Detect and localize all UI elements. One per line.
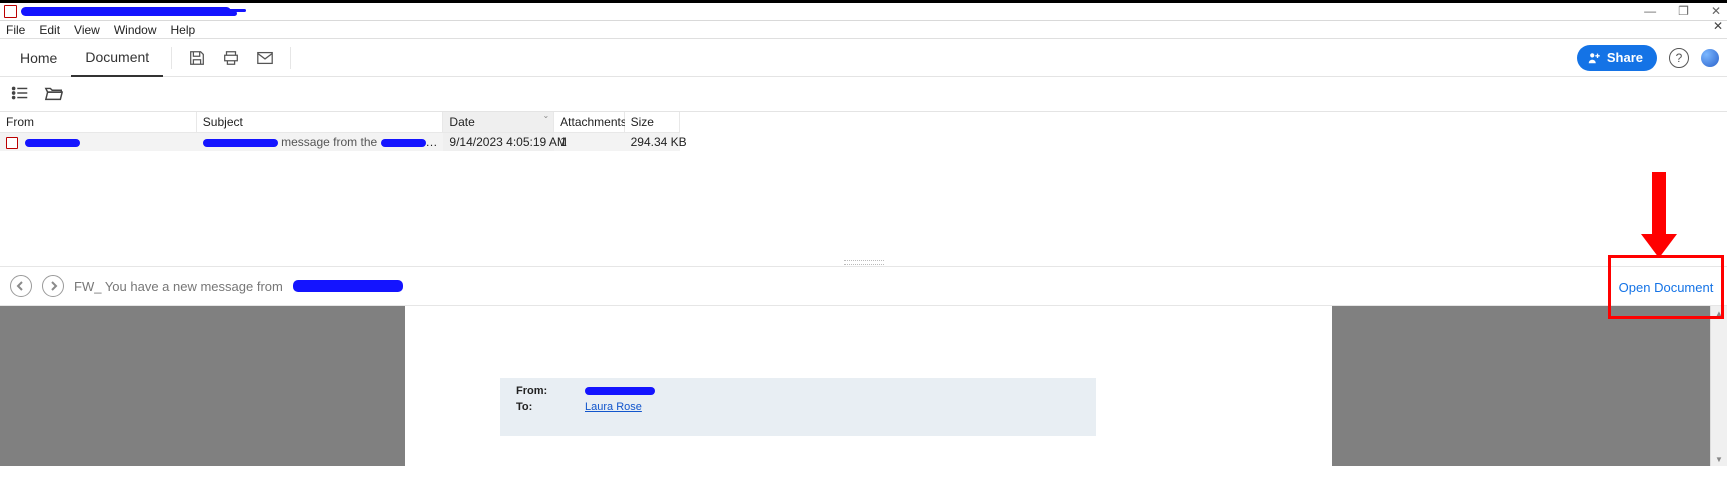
- splitter-grip-icon: [844, 260, 884, 265]
- menu-bar: File Edit View Window Help: [0, 21, 1727, 39]
- subject-partial-text: message from the: [281, 135, 377, 149]
- maximize-button[interactable]: ❐: [1678, 3, 1689, 20]
- col-header-date[interactable]: Date ⌄: [443, 112, 554, 133]
- email-from-label: From:: [510, 384, 577, 398]
- cell-attachments: 1: [554, 133, 624, 152]
- from-redacted: [25, 139, 80, 147]
- email-to-link[interactable]: Laura Rose: [585, 401, 642, 413]
- col-header-date-label: Date: [449, 115, 474, 129]
- cell-from: [0, 133, 196, 152]
- save-icon[interactable]: [188, 49, 206, 67]
- cell-subject: message from the …: [196, 133, 443, 152]
- annotation-arrow: [1652, 172, 1677, 258]
- main-toolbar: Home Document Share ?: [0, 39, 1727, 77]
- share-person-icon: [1587, 51, 1601, 65]
- sub-toolbar: [0, 77, 1727, 112]
- col-header-subject[interactable]: Subject: [196, 112, 443, 133]
- open-document-link[interactable]: Open Document: [1619, 280, 1714, 295]
- email-to-label: To:: [510, 400, 577, 414]
- splitter[interactable]: [0, 258, 1727, 266]
- scroll-down-icon[interactable]: ▼: [1711, 452, 1727, 466]
- help-icon[interactable]: ?: [1669, 48, 1689, 68]
- profile-globe-icon[interactable]: [1701, 49, 1719, 67]
- col-header-from[interactable]: From: [0, 112, 196, 133]
- menu-help[interactable]: Help: [171, 23, 196, 37]
- subject-redacted-right: [381, 139, 426, 147]
- col-header-attachments[interactable]: Attachments: [554, 112, 624, 133]
- list-view-icon[interactable]: [10, 83, 30, 106]
- close-button[interactable]: ✕: [1711, 3, 1721, 20]
- tab-document[interactable]: Document: [71, 38, 163, 77]
- window-controls: — ❐ ✕: [1644, 3, 1721, 20]
- table-row[interactable]: message from the … 9/14/2023 4:05:19 AM …: [0, 133, 680, 152]
- cell-size: 294.34 KB: [624, 133, 679, 152]
- cell-date: 9/14/2023 4:05:19 AM: [443, 133, 554, 152]
- open-folder-icon[interactable]: [44, 83, 64, 106]
- minimize-button[interactable]: —: [1644, 3, 1656, 20]
- pdf-row-icon: [6, 137, 18, 149]
- share-button[interactable]: Share: [1577, 45, 1657, 71]
- email-from-redacted: [585, 387, 655, 395]
- table-header-row: From Subject Date ⌄ Attachments Size: [0, 112, 680, 133]
- tab-home[interactable]: Home: [6, 39, 71, 76]
- nav-next-button[interactable]: [42, 275, 64, 297]
- annotation-highlight-box: Open Document: [1608, 255, 1724, 319]
- nav-subject-redacted: [293, 280, 403, 292]
- mail-icon[interactable]: [256, 49, 274, 67]
- share-label: Share: [1607, 50, 1643, 65]
- preview-scrollbar[interactable]: ▲ ▼: [1710, 306, 1727, 466]
- sort-caret-icon: ⌄: [542, 112, 549, 120]
- title-bar: — ❐ ✕: [0, 3, 1727, 21]
- nav-subject-prefix: FW_ You have a new message from: [74, 279, 283, 294]
- menu-edit[interactable]: Edit: [39, 23, 60, 37]
- email-header-card: From: To: Laura Rose: [500, 378, 1096, 436]
- toolbar-separator: [171, 47, 172, 69]
- message-list: From Subject Date ⌄ Attachments Size mes…: [0, 112, 1727, 258]
- message-table: From Subject Date ⌄ Attachments Size mes…: [0, 112, 680, 151]
- subject-redacted-left: [203, 139, 278, 147]
- menu-view[interactable]: View: [74, 23, 100, 37]
- window-title-redacted: [21, 7, 231, 16]
- document-preview: From: To: Laura Rose ▲ ▼: [0, 306, 1727, 466]
- nav-prev-button[interactable]: [10, 275, 32, 297]
- toolbar-separator-2: [290, 47, 291, 69]
- menu-window[interactable]: Window: [114, 23, 157, 37]
- preview-nav-bar: FW_ You have a new message from Open Doc…: [0, 266, 1727, 306]
- col-header-size[interactable]: Size: [624, 112, 679, 133]
- app-icon: [4, 5, 17, 18]
- print-icon[interactable]: [222, 49, 240, 67]
- menu-file[interactable]: File: [6, 23, 25, 37]
